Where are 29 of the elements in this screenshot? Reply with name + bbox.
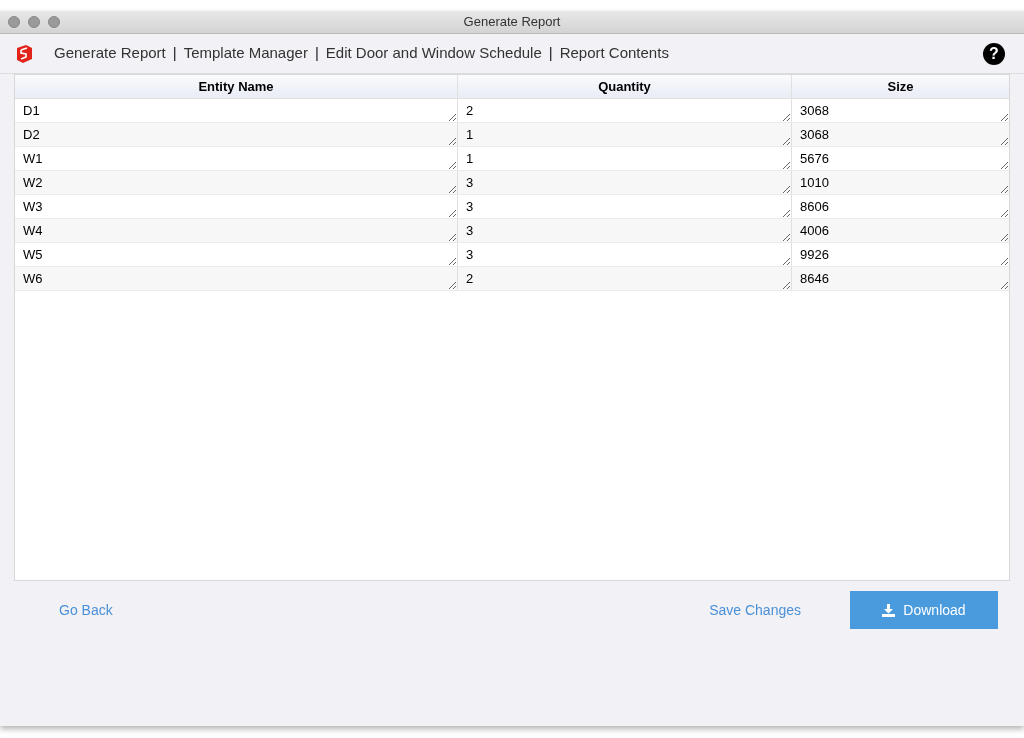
window-title: Generate Report bbox=[463, 13, 561, 32]
cell-input[interactable]: 3 bbox=[458, 171, 792, 194]
window-control[interactable] bbox=[48, 16, 60, 28]
column-header: Size bbox=[886, 77, 915, 96]
cell-input[interactable]: W2 bbox=[15, 171, 458, 194]
nav-separator: | bbox=[547, 43, 554, 64]
cell-input[interactable]: 1010 bbox=[792, 171, 1009, 194]
cell-input[interactable]: D2 bbox=[15, 123, 458, 146]
nav-link[interactable]: Template Manager bbox=[183, 42, 308, 65]
help-icon[interactable]: ? bbox=[983, 42, 1005, 65]
cell-input[interactable]: 4006 bbox=[792, 219, 1009, 242]
cell-input[interactable]: W6 bbox=[15, 267, 458, 290]
cell-input[interactable]: 8646 bbox=[792, 267, 1009, 290]
download-icon bbox=[882, 603, 896, 617]
cell-input[interactable]: 2 bbox=[458, 267, 792, 290]
nav-separator: | bbox=[171, 43, 178, 64]
logo-icon bbox=[14, 43, 34, 64]
column-header: Quantity bbox=[458, 75, 792, 98]
nav-link[interactable]: Report Contents bbox=[559, 42, 669, 65]
window-control[interactable] bbox=[8, 16, 20, 28]
nav-link[interactable]: Generate Report bbox=[54, 42, 166, 65]
cell-input[interactable]: 3068 bbox=[792, 123, 1009, 146]
nav-link[interactable]: Edit Door and Window Schedule bbox=[325, 42, 542, 65]
nav-separator: | bbox=[313, 43, 320, 64]
column-header: Entity Name bbox=[15, 75, 458, 98]
cell-input[interactable]: 3 bbox=[458, 219, 792, 242]
window-control[interactable] bbox=[28, 16, 40, 28]
cell-input[interactable]: W4 bbox=[15, 219, 458, 242]
cell-input[interactable]: 1 bbox=[458, 123, 792, 146]
